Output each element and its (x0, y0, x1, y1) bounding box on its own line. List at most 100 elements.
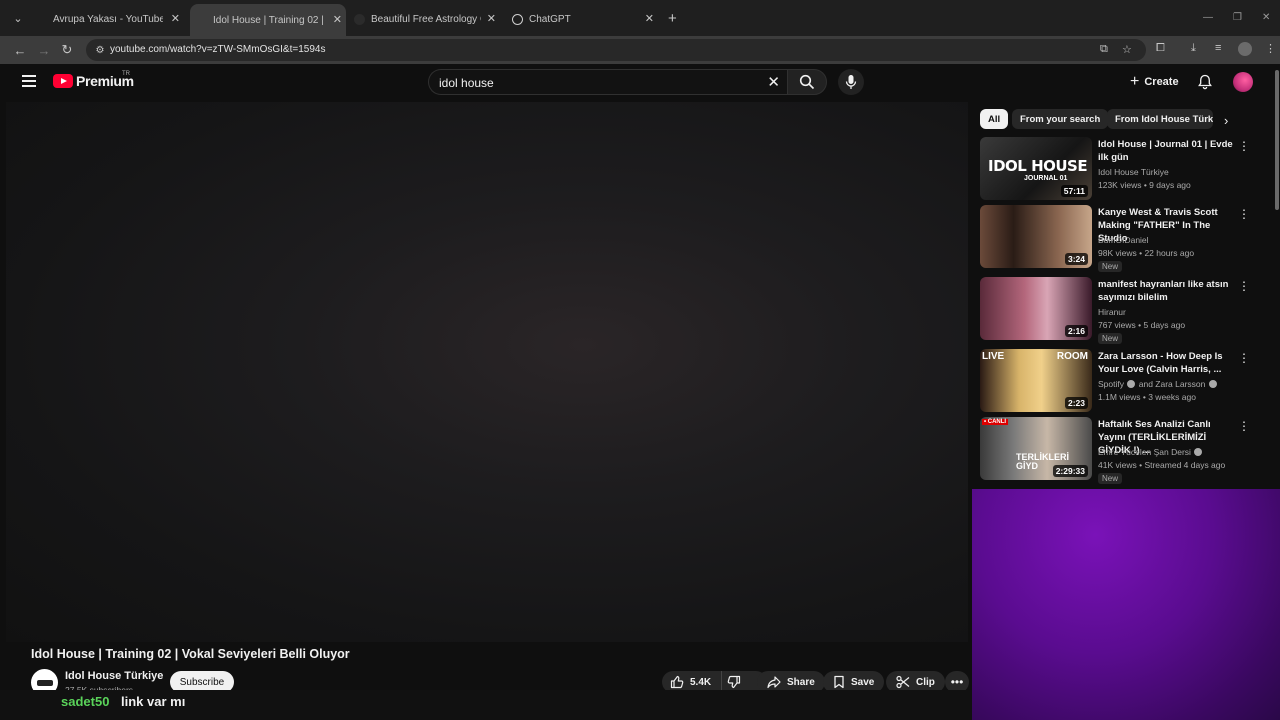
tab-title: ChatGPT (529, 13, 571, 25)
youtube-premium-logo[interactable]: Premium TR (53, 71, 134, 89)
url-text[interactable]: youtube.com/watch?v=zTW-SMmOsGI&t=1594s (110, 44, 325, 55)
channel-name[interactable]: Idol House Türkiye (65, 670, 163, 682)
chip-from-your-search[interactable]: From your search (1012, 109, 1109, 129)
plus-icon: + (1130, 73, 1140, 90)
profile-icon[interactable] (1238, 42, 1252, 59)
chevron-right-icon[interactable]: › (1224, 113, 1228, 128)
reload-icon[interactable]: ↻ (58, 41, 76, 59)
channel-collab: and Zara Larsson (1138, 379, 1206, 389)
video-duration: 2:16 (1064, 325, 1088, 337)
recommended-title[interactable]: Zara Larsson - How Deep Is Your Love (Ca… (1098, 350, 1233, 376)
tab-idol-house-training[interactable]: Idol House | Training 02 | Vokal ✕ (190, 4, 346, 90)
tab-search-icon[interactable]: ⌄ (10, 10, 26, 26)
thumbnail-subtext: JOURNAL 01 (1024, 175, 1068, 182)
verified-icon (1194, 448, 1203, 456)
voice-search-button[interactable] (838, 69, 864, 95)
close-icon[interactable]: ✕ (333, 13, 342, 26)
tab-avrupa-yakasi[interactable]: Avrupa Yakası - YouTube ✕ (36, 8, 184, 89)
tab-strip: ⌄ Avrupa Yakası - YouTube ✕ Idol House |… (0, 0, 1280, 90)
chat-username: sadet50 (61, 694, 110, 709)
logo-region: TR (122, 71, 130, 77)
video-duration: 3:24 (1064, 253, 1088, 265)
kebab-menu-icon[interactable]: ⋮ (1238, 351, 1250, 365)
chat-message: link var mı (121, 694, 186, 709)
chatgpt-icon (512, 13, 523, 25)
address-bar[interactable]: ⚙ youtube.com/watch?v=zTW-SMmOsGI&t=1594… (86, 39, 1146, 61)
recommended-meta: 123K views • 9 days ago (1098, 180, 1191, 190)
recommended-video[interactable]: IDOL HOUSE JOURNAL 01 57:11 Idol House |… (980, 137, 1260, 201)
youtube-logo-icon (53, 74, 73, 88)
search-icon (799, 74, 815, 90)
install-icon[interactable]: ⧉ (1100, 43, 1108, 56)
chip-all[interactable]: All (980, 109, 1009, 129)
new-tab-icon[interactable]: + (668, 10, 677, 27)
recommended-channel[interactable]: BumOfDaniel (1098, 235, 1149, 245)
extensions-icon[interactable]: ⧠ (1156, 42, 1165, 55)
channel-name: Emre Yücelen Şan Dersi (1098, 447, 1191, 457)
astrology-icon (354, 13, 365, 25)
tab-title: Beautiful Free Astrology Charts (371, 13, 481, 25)
verified-icon (1127, 380, 1136, 388)
tab-title: Idol House | Training 02 | Vokal (213, 14, 323, 26)
video-thumbnail[interactable]: IDOL HOUSE JOURNAL 01 57:11 (980, 137, 1092, 200)
page-scrollbar[interactable] (1275, 70, 1279, 210)
recommended-channel[interactable]: Hiranur (1098, 307, 1126, 317)
close-icon[interactable]: ✕ (487, 12, 496, 25)
account-avatar[interactable] (1233, 72, 1253, 92)
download-icon[interactable]: ⤓ (1191, 42, 1196, 55)
recommended-video[interactable]: 2:16 manifest hayranları like atsın sayı… (980, 277, 1260, 344)
kebab-menu-icon[interactable]: ⋮ (1238, 207, 1250, 221)
browser-window: ⌄ Avrupa Yakası - YouTube ✕ Idol House |… (0, 0, 1280, 720)
recommended-channel[interactable]: Spotify and Zara Larsson (1098, 379, 1218, 389)
video-duration: 2:23 (1064, 397, 1088, 409)
tab-astrology-charts[interactable]: Beautiful Free Astrology Charts ✕ (354, 8, 500, 30)
create-button[interactable]: + Create (1122, 69, 1189, 95)
search-box[interactable]: idol house ✕ (428, 69, 788, 95)
recommended-video[interactable]: LIVE ROOM 2:23 Zara Larsson - How Deep I… (980, 349, 1260, 413)
kebab-menu-icon[interactable]: ⋮ (1238, 139, 1250, 153)
window-close-icon[interactable]: ✕ (1262, 12, 1270, 23)
search-input[interactable]: idol house (439, 76, 494, 90)
video-thumbnail[interactable]: 2:16 (980, 277, 1092, 340)
scissors-icon (896, 675, 910, 689)
chip-from-channel[interactable]: From Idol House Türkiye (1107, 109, 1213, 129)
tab-title: Avrupa Yakası - YouTube (53, 13, 163, 25)
recommended-channel[interactable]: Emre Yücelen Şan Dersi (1098, 447, 1203, 457)
video-title: Idol House | Training 02 | Vokal Seviyel… (31, 647, 350, 661)
browser-menu-icon[interactable]: ⋮ (1265, 42, 1276, 55)
minimize-icon[interactable]: — (1203, 12, 1213, 23)
close-icon[interactable]: ✕ (171, 12, 180, 25)
recommended-title[interactable]: manifest hayranları like atsın sayımızı … (1098, 278, 1233, 304)
forward-icon[interactable]: → (35, 41, 53, 59)
recommended-meta: 767 views • 5 days ago (1098, 320, 1186, 330)
recommended-meta: 1.1M views • 3 weeks ago (1098, 392, 1196, 402)
thumbs-up-icon (670, 675, 684, 689)
back-icon[interactable]: ← (11, 41, 29, 59)
maximize-icon[interactable]: ❐ (1233, 12, 1242, 23)
create-label: Create (1144, 76, 1179, 88)
search-button[interactable] (787, 69, 827, 95)
media-control-icon[interactable]: ≡ (1215, 42, 1221, 54)
kebab-menu-icon[interactable]: ⋮ (1238, 279, 1250, 293)
recommended-video[interactable]: • CANLI TERLİKLERİ GİYD 2:29:33 Haftalık… (980, 417, 1260, 484)
close-icon[interactable]: ✕ (645, 12, 654, 25)
video-thumbnail[interactable]: 3:24 (980, 205, 1092, 268)
notifications-bell-icon[interactable] (1197, 74, 1213, 90)
bookmark-star-icon[interactable]: ☆ (1122, 43, 1132, 56)
video-player[interactable] (6, 102, 968, 642)
guide-menu-icon[interactable] (22, 75, 36, 87)
channel-name: Spotify (1098, 379, 1124, 389)
clear-search-icon[interactable]: ✕ (767, 73, 780, 91)
tab-chatgpt[interactable]: ChatGPT ✕ (512, 8, 658, 30)
site-info-icon[interactable]: ⚙ (93, 43, 107, 57)
kebab-menu-icon[interactable]: ⋮ (1238, 419, 1250, 433)
like-count: 5.4K (690, 676, 712, 688)
browser-toolbar: ← → ↻ ⚙ youtube.com/watch?v=zTW-SMmOsGI&… (0, 36, 1280, 64)
recommended-channel[interactable]: Idol House Türkiye (1098, 167, 1169, 177)
recommended-video[interactable]: 3:24 Kanye West & Travis Scott Making "F… (980, 205, 1260, 272)
video-thumbnail[interactable]: LIVE ROOM 2:23 (980, 349, 1092, 412)
bookmark-icon (834, 675, 844, 689)
microphone-icon (845, 75, 857, 89)
video-thumbnail[interactable]: • CANLI TERLİKLERİ GİYD 2:29:33 (980, 417, 1092, 480)
recommended-title[interactable]: Idol House | Journal 01 | Evde ilk gün (1098, 138, 1233, 164)
